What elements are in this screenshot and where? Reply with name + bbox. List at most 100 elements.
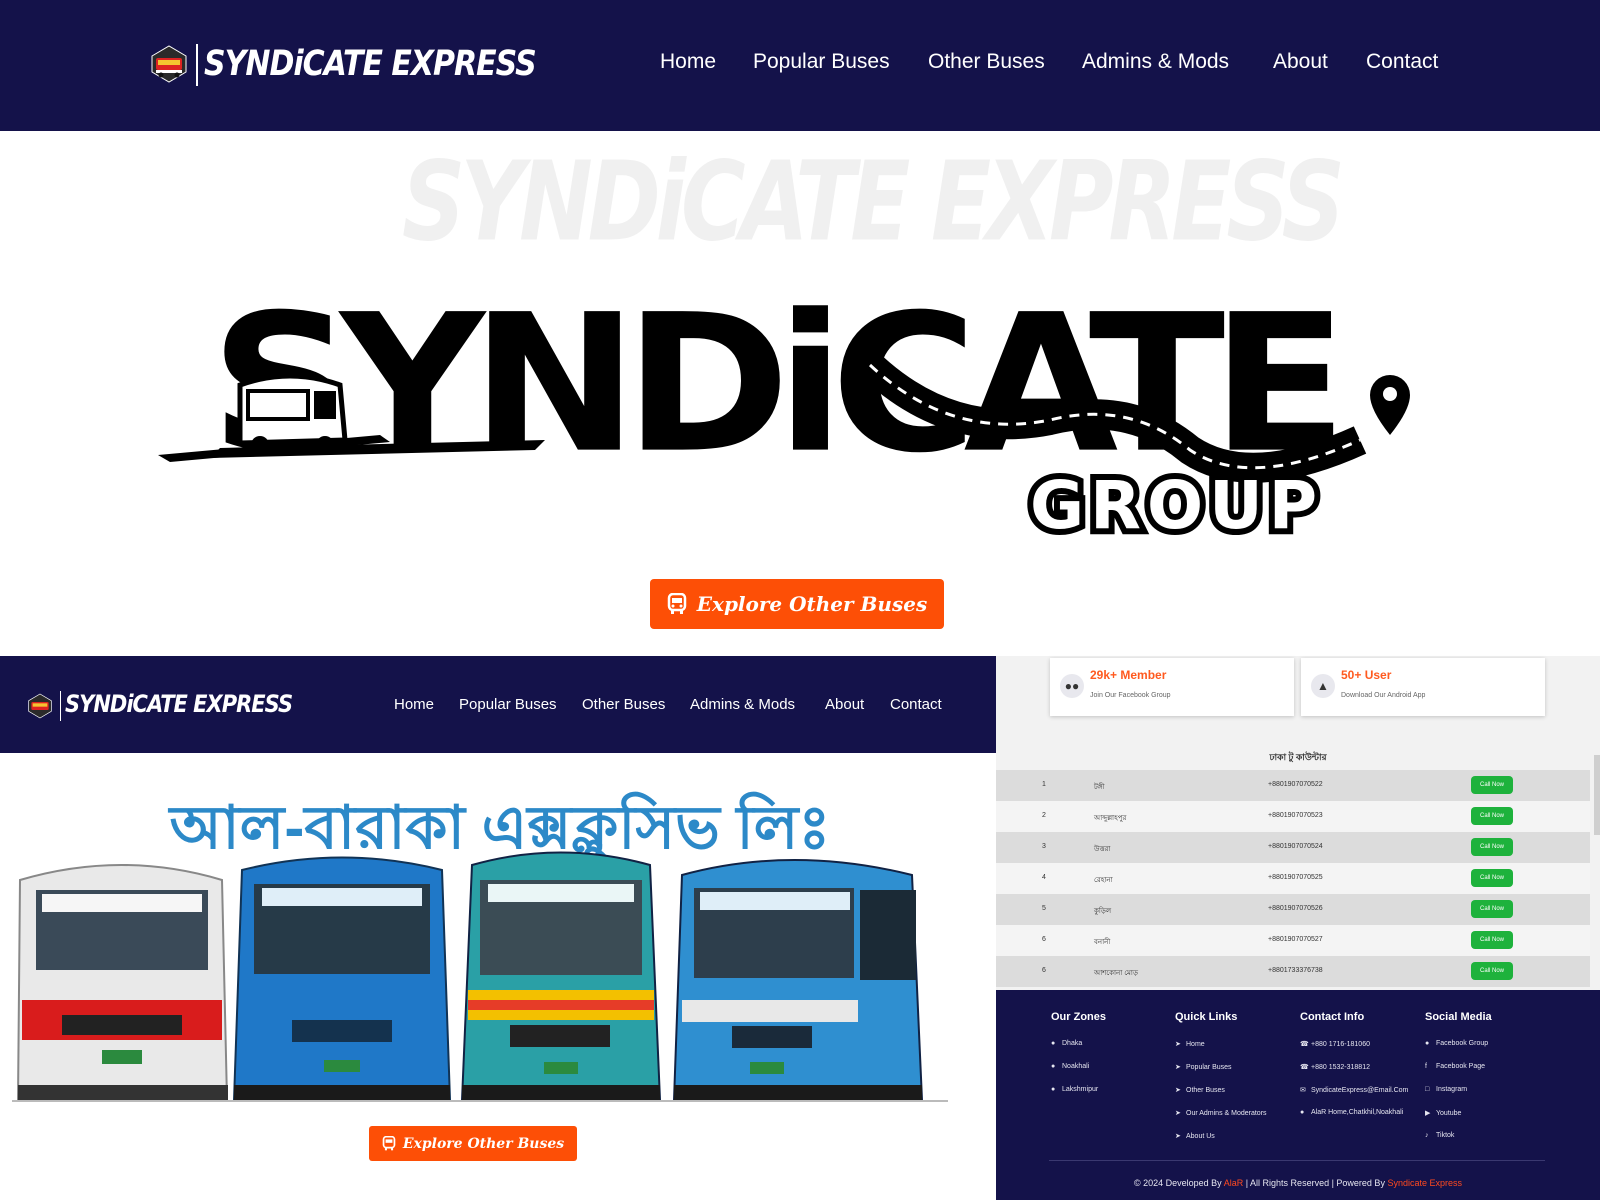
footer-contact-item[interactable]: ☎ +880 1716-181060 <box>1300 1040 1370 1048</box>
call-now-button[interactable]: Call Now <box>1471 776 1513 794</box>
bl-nav-admins-mods[interactable]: Admins & Mods <box>690 696 795 713</box>
table-row: 6 আশকোনা মোড় +8801733376738 Call Now <box>996 956 1590 987</box>
explore-other-buses-button[interactable]: Explore Other Buses <box>650 579 944 629</box>
zone-label: Lakshmipur <box>1062 1086 1099 1093</box>
row-number: 2 <box>1042 812 1046 819</box>
location-pin-icon: ● <box>1051 1086 1056 1093</box>
link-label: Our Admins & Moderators <box>1186 1110 1267 1117</box>
logo-syndicate-text: SYNDiCATE <box>210 290 1334 495</box>
row-location: আব্দুল্লাহপুর <box>1094 815 1127 822</box>
bl-nav-contact[interactable]: Contact <box>890 696 942 713</box>
nav-home[interactable]: Home <box>660 50 716 74</box>
table-row: 2 আব্দুল্লাহপুর +8801907070523 Call Now <box>996 801 1590 832</box>
footer-zones-title: Our Zones <box>1051 1011 1107 1023</box>
brand-logo-icon[interactable] <box>148 42 190 86</box>
row-number: 6 <box>1042 967 1046 974</box>
android-icon: ▲ <box>1311 674 1335 698</box>
social-label: Facebook Page <box>1436 1063 1486 1070</box>
call-now-button[interactable]: Call Now <box>1471 931 1513 949</box>
social-label: Instagram <box>1436 1086 1468 1093</box>
row-phone: +8801907070525 <box>1268 874 1323 881</box>
call-now-button[interactable]: Call Now <box>1471 838 1513 856</box>
footer-link[interactable]: ➤ Other Buses <box>1175 1086 1225 1094</box>
location-pin-icon: ● <box>1051 1063 1056 1070</box>
bl-nav-about[interactable]: About <box>825 696 864 713</box>
bl-nav-other-buses[interactable]: Other Buses <box>582 696 665 713</box>
footer-social-item[interactable]: f Facebook Page <box>1425 1063 1485 1070</box>
footer-zone-item[interactable]: ● Dhaka <box>1051 1040 1082 1047</box>
row-number: 4 <box>1042 874 1046 881</box>
bl-nav-home[interactable]: Home <box>394 696 434 713</box>
nav-popular-buses[interactable]: Popular Buses <box>753 50 890 74</box>
footer-social-item[interactable]: ● Facebook Group <box>1425 1040 1488 1047</box>
copyright-prefix: © 2024 Developed By <box>1133 1178 1224 1188</box>
bus-fleet-image <box>12 851 948 1102</box>
arrow-right-icon: ➤ <box>1175 1064 1181 1071</box>
footer-social-item[interactable]: □ Instagram <box>1425 1086 1467 1093</box>
bl-brand-divider <box>60 691 61 721</box>
bl-brand-name[interactable]: SYNDiCATE EXPRESS <box>65 690 293 718</box>
developer-link[interactable]: AlaR <box>1224 1178 1244 1188</box>
footer-contact-item[interactable]: ☎ +880 1532-318812 <box>1300 1063 1370 1071</box>
mail-icon: ✉ <box>1300 1087 1306 1094</box>
nav-about[interactable]: About <box>1273 50 1328 74</box>
footer-social-item[interactable]: ▶ Youtube <box>1425 1109 1461 1117</box>
facebook-icon: f <box>1425 1063 1427 1070</box>
footer-zone-item[interactable]: ● Noakhali <box>1051 1063 1089 1070</box>
footer-zone-item[interactable]: ● Lakshmipur <box>1051 1086 1098 1093</box>
stat-users-subtitle: Download Our Android App <box>1341 692 1426 699</box>
youtube-icon: ▶ <box>1425 1110 1431 1117</box>
row-location: টঙ্গী <box>1094 784 1105 791</box>
contact-label: SyndicateExpress@Email.Com <box>1311 1087 1409 1094</box>
bl-explore-other-buses-button[interactable]: Explore Other Buses <box>369 1126 577 1161</box>
stat-users-title: 50+ User <box>1341 668 1392 682</box>
contact-label: AlaR Home,Chatkhil,Noakhali <box>1311 1109 1404 1116</box>
footer-link[interactable]: ➤ Popular Buses <box>1175 1063 1232 1071</box>
tiktok-icon: ♪ <box>1425 1132 1429 1139</box>
footer-contact-item[interactable]: ✉ SyndicateExpress@Email.Com <box>1300 1086 1408 1094</box>
table-row: 4 রেহানা +8801907070525 Call Now <box>996 863 1590 894</box>
row-number: 5 <box>1042 905 1046 912</box>
stat-members-subtitle: Join Our Facebook Group <box>1090 692 1171 699</box>
bl-nav-popular-buses[interactable]: Popular Buses <box>459 696 557 713</box>
footer-link[interactable]: ➤ Our Admins & Moderators <box>1175 1109 1267 1117</box>
nav-other-buses[interactable]: Other Buses <box>928 50 1045 74</box>
footer-social-item[interactable]: ♪ Tiktok <box>1425 1132 1454 1139</box>
brand-divider <box>196 44 198 86</box>
arrow-right-icon: ➤ <box>1175 1087 1181 1094</box>
bl-brand-logo-icon[interactable] <box>26 690 54 722</box>
row-phone: +8801907070526 <box>1268 905 1323 912</box>
stat-card-users[interactable]: ▲ 50+ User Download Our Android App <box>1301 658 1545 716</box>
bl-explore-label: Explore Other Buses <box>402 1135 565 1152</box>
call-now-button[interactable]: Call Now <box>1471 807 1513 825</box>
table-row: 3 উত্তরা +8801907070524 Call Now <box>996 832 1590 863</box>
footer-contact-title: Contact Info <box>1300 1011 1365 1023</box>
table-scrollbar[interactable] <box>1594 755 1600 835</box>
call-now-button[interactable]: Call Now <box>1471 900 1513 918</box>
phone-icon: ☎ <box>1300 1041 1309 1048</box>
arrow-right-icon: ➤ <box>1175 1041 1181 1048</box>
row-location: রেহানা <box>1094 877 1113 884</box>
table-row: 5 কুড়িল +8801907070526 Call Now <box>996 894 1590 925</box>
stat-members-title: 29k+ Member <box>1090 668 1167 682</box>
footer-links-title: Quick Links <box>1175 1011 1238 1023</box>
nav-contact[interactable]: Contact <box>1366 50 1438 74</box>
phone-icon: ☎ <box>1300 1064 1309 1071</box>
call-now-button[interactable]: Call Now <box>1471 869 1513 887</box>
call-now-button[interactable]: Call Now <box>1471 962 1513 980</box>
nav-admins-mods[interactable]: Admins & Mods <box>1082 50 1229 74</box>
row-location: আশকোনা মোড় <box>1094 970 1138 977</box>
powered-by-link[interactable]: Syndicate Express <box>1387 1178 1462 1188</box>
brand-name[interactable]: SYNDiCATE EXPRESS <box>204 44 537 84</box>
zone-label: Noakhali <box>1062 1063 1090 1070</box>
contact-label: +880 1532-318812 <box>1311 1064 1370 1071</box>
instagram-icon: □ <box>1425 1086 1430 1093</box>
footer-contact-item[interactable]: ● AlaR Home,Chatkhil,Noakhali <box>1300 1109 1403 1116</box>
footer-link[interactable]: ➤ About Us <box>1175 1132 1215 1140</box>
stat-card-members[interactable]: ●● 29k+ Member Join Our Facebook Group <box>1050 658 1294 716</box>
group-icon: ●● <box>1060 674 1084 698</box>
bus-icon <box>667 593 687 614</box>
footer-link[interactable]: ➤ Home <box>1175 1040 1205 1048</box>
social-label: Youtube <box>1436 1110 1462 1117</box>
table-row: 6 বনানী +8801907070527 Call Now <box>996 925 1590 956</box>
